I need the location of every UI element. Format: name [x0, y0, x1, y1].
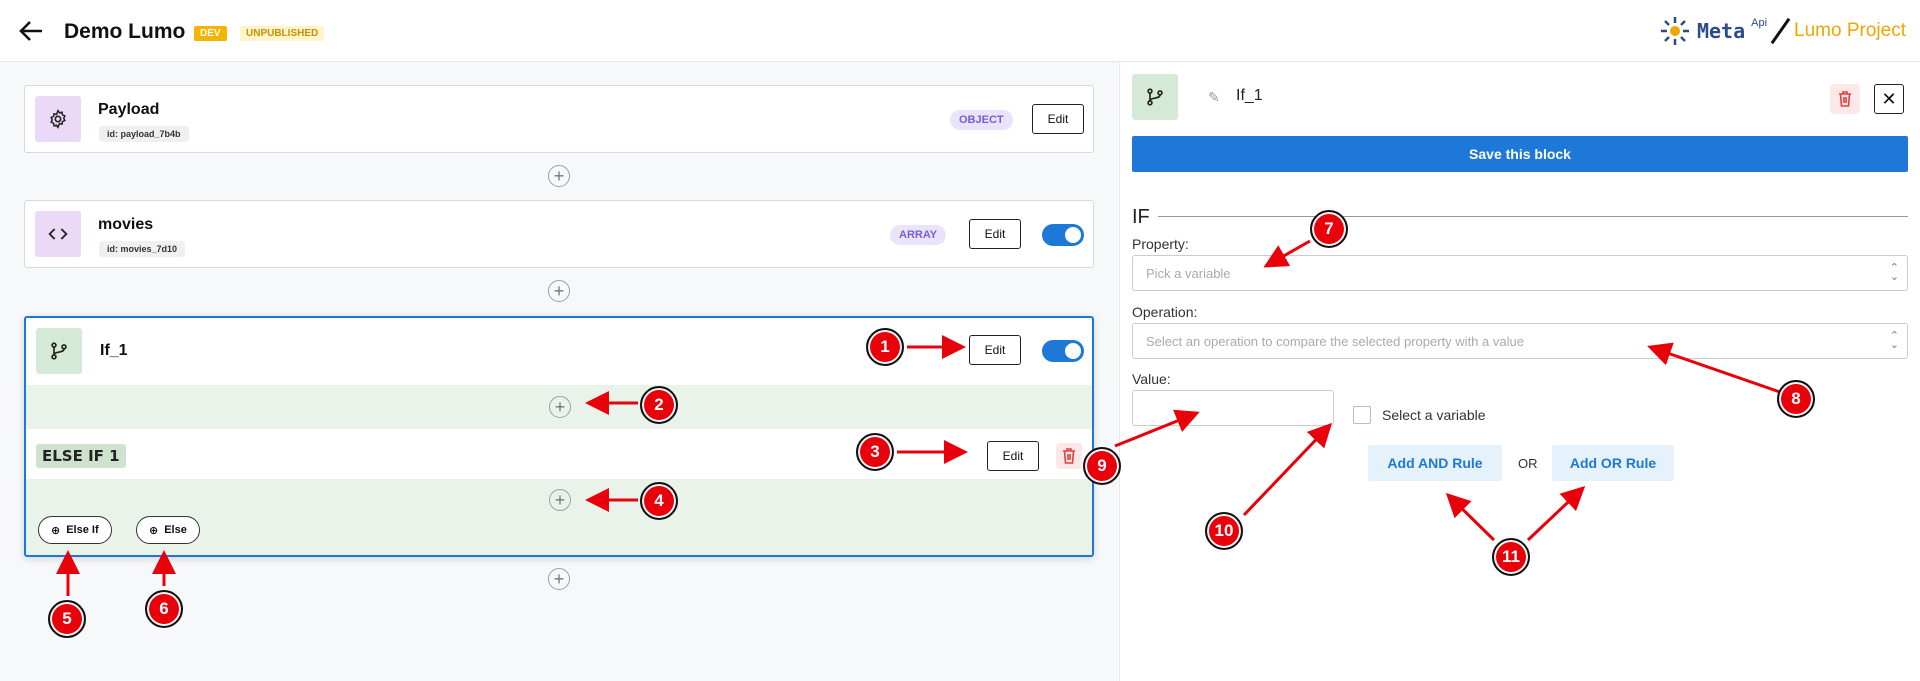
property-placeholder: Pick a variable [1146, 266, 1231, 281]
property-select[interactable]: Pick a variable ⌃ ⌄ [1132, 255, 1908, 291]
value-input[interactable] [1132, 390, 1334, 426]
section-heading: IF [1132, 206, 1150, 228]
annotation-marker: 2 [640, 386, 678, 424]
app-title: Demo Lumo [64, 20, 186, 43]
chevron-updown-icon: ⌃ ⌄ [1889, 262, 1899, 283]
type-pill: ARRAY [890, 225, 947, 245]
gear-icon [35, 96, 81, 142]
edit-button[interactable]: Edit [969, 219, 1021, 249]
section-divider [1158, 216, 1908, 217]
annotation-marker: 3 [856, 433, 894, 471]
plus-circle-icon: ⊕ [149, 524, 159, 537]
else-if-dropzone: + ⊕ Else If ⊕ Else [26, 479, 1092, 555]
add-else-if-label: Else If [66, 524, 99, 536]
add-block-plus-icon[interactable]: + [548, 165, 570, 187]
block-card-payload[interactable]: Payload id: payload_7b4b OBJECT Edit [24, 85, 1094, 153]
block-name: If_1 [100, 342, 128, 359]
code-icon [35, 211, 81, 257]
trash-icon[interactable] [1056, 443, 1082, 469]
annotation-marker: 1 [866, 328, 904, 366]
operation-label: Operation: [1132, 304, 1198, 320]
delete-block-button[interactable] [1830, 84, 1860, 114]
chevron-updown-icon: ⌃ ⌄ [1889, 330, 1899, 351]
brand-meta: Meta [1696, 19, 1746, 43]
annotation-marker: 5 [48, 600, 86, 638]
edit-button[interactable]: Edit [1032, 104, 1084, 134]
flow-canvas: Payload id: payload_7b4b OBJECT Edit + m… [0, 62, 1118, 681]
block-editor-panel: ✎ If_1 ✕ Save this block IF Property: Pi… [1119, 62, 1920, 681]
annotation-marker: 7 [1310, 210, 1348, 248]
add-else-if-button[interactable]: ⊕ Else If [38, 516, 112, 544]
add-or-rule-button[interactable]: Add OR Rule [1552, 445, 1674, 481]
operation-select[interactable]: Select an operation to compare the selec… [1132, 323, 1908, 359]
add-block-plus-icon[interactable]: + [548, 568, 570, 590]
annotation-marker: 6 [145, 590, 183, 628]
if-block-card[interactable]: If_1 Edit + ELSE IF 1 Edit + ⊕ Else If ⊕… [24, 316, 1094, 557]
sun-logo-icon [1660, 17, 1689, 45]
add-block-plus-icon[interactable]: + [549, 396, 571, 418]
save-block-button[interactable]: Save this block [1132, 136, 1908, 172]
close-panel-button[interactable]: ✕ [1874, 84, 1904, 114]
value-label: Value: [1132, 371, 1171, 387]
add-block-plus-icon[interactable]: + [549, 489, 571, 511]
annotation-marker: 11 [1492, 538, 1530, 576]
else-if-label: ELSE IF 1 [36, 444, 126, 468]
annotation-marker: 8 [1777, 380, 1815, 418]
annotation-marker: 4 [640, 482, 678, 520]
block-name-field[interactable]: If_1 [1236, 87, 1263, 105]
select-variable-checkbox[interactable] [1353, 406, 1371, 424]
block-name: Payload [98, 101, 160, 118]
block-id: id: payload_7b4b [99, 126, 189, 142]
brand-logo: Meta Api Lumo Project [1659, 14, 1906, 48]
annotation-marker: 9 [1083, 447, 1121, 485]
status-badge: UNPUBLISHED [240, 26, 325, 41]
or-separator: OR [1518, 456, 1538, 471]
brand-project: Lumo Project [1794, 20, 1906, 41]
block-name: movies [98, 216, 154, 233]
brand-api: Api [1751, 17, 1768, 29]
branch-icon [36, 328, 82, 374]
enable-toggle[interactable] [1042, 224, 1084, 246]
env-badge: DEV [194, 26, 227, 41]
block-card-movies[interactable]: movies id: movies_7d10 ARRAY Edit [24, 200, 1094, 268]
pencil-icon[interactable]: ✎ [1208, 89, 1220, 106]
edit-button[interactable]: Edit [987, 441, 1039, 471]
edit-button[interactable]: Edit [969, 335, 1021, 365]
add-block-plus-icon[interactable]: + [548, 280, 570, 302]
enable-toggle[interactable] [1042, 340, 1084, 362]
branch-icon [1132, 74, 1178, 120]
back-arrow-icon[interactable] [18, 18, 46, 46]
select-variable-label: Select a variable [1382, 407, 1486, 423]
block-id: id: movies_7d10 [99, 241, 186, 257]
brand-slash [1770, 17, 1791, 45]
trash-icon [1839, 91, 1851, 107]
top-bar: Demo Lumo DEV UNPUBLISHED Meta Api Lumo … [0, 0, 1920, 62]
add-else-label: Else [164, 524, 187, 536]
type-pill: OBJECT [950, 110, 1013, 130]
property-label: Property: [1132, 236, 1189, 252]
close-icon: ✕ [1881, 88, 1897, 109]
operation-placeholder: Select an operation to compare the selec… [1146, 334, 1524, 349]
annotation-marker: 10 [1205, 512, 1243, 550]
add-and-rule-button[interactable]: Add AND Rule [1368, 445, 1502, 481]
add-else-button[interactable]: ⊕ Else [136, 516, 200, 544]
plus-circle-icon: ⊕ [51, 524, 61, 537]
if-dropzone: + [26, 385, 1092, 429]
